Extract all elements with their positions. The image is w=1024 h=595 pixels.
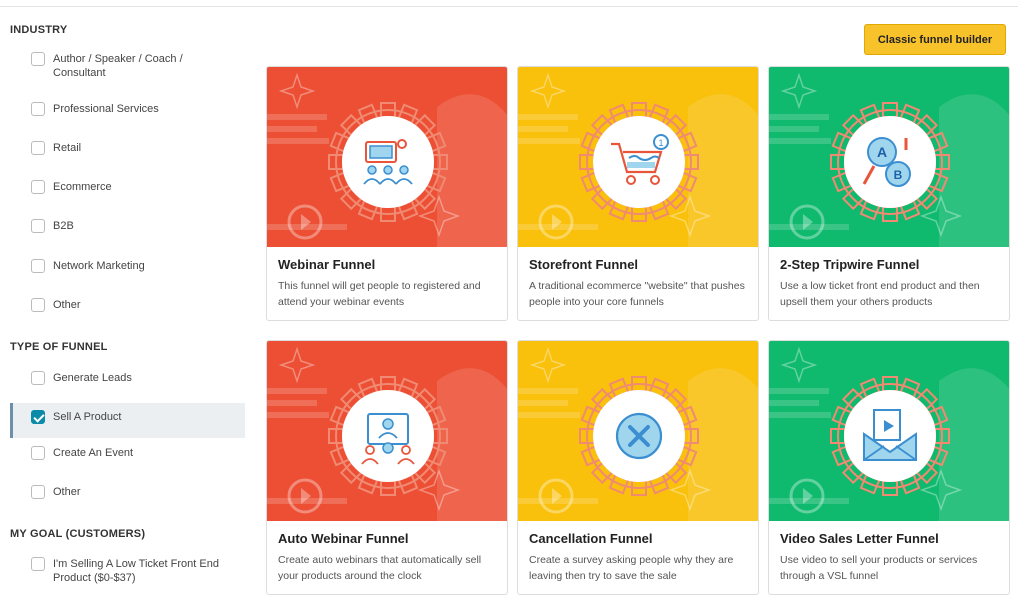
filter-label-b2b[interactable]: B2B xyxy=(53,219,223,233)
card-description: Create a survey asking people why they a… xyxy=(529,554,734,582)
webinar-icon xyxy=(328,102,448,222)
card-title: Video Sales Letter Funnel xyxy=(780,531,939,546)
checkbox-industry-other[interactable] xyxy=(31,298,45,312)
card-title: Storefront Funnel xyxy=(529,257,639,272)
card-hero xyxy=(518,341,758,521)
card-title: Cancellation Funnel xyxy=(529,531,653,546)
filter-label-generate-leads[interactable]: Generate Leads xyxy=(53,371,223,385)
card-title: Webinar Funnel xyxy=(278,257,376,272)
filter-label-author[interactable]: Author / Speaker / Coach / Consultant xyxy=(53,52,223,80)
filter-label-sell-product[interactable]: Sell A Product xyxy=(53,410,223,424)
filter-label-network-marketing[interactable]: Network Marketing xyxy=(53,259,223,273)
card-hero xyxy=(267,341,507,521)
card-hero xyxy=(267,67,507,247)
cart-icon: 1 xyxy=(579,102,699,222)
svg-text:B: B xyxy=(894,168,903,182)
filter-label-low-ticket[interactable]: I'm Selling A Low Ticket Front End Produ… xyxy=(53,557,223,585)
card-description: Use video to sell your products or servi… xyxy=(780,554,978,582)
card-title: Auto Webinar Funnel xyxy=(278,531,409,546)
checkbox-ecommerce[interactable] xyxy=(31,180,45,194)
funnel-type-heading: TYPE OF FUNNEL xyxy=(10,341,108,353)
filter-label-funnel-other[interactable]: Other xyxy=(53,485,223,499)
checkbox-network-marketing[interactable] xyxy=(31,259,45,273)
svg-text:A: A xyxy=(877,144,887,160)
funnel-card[interactable]: A B 2-Step Tripwire Funnel Use a low tic… xyxy=(768,66,1010,321)
filter-label-create-event[interactable]: Create An Event xyxy=(53,446,223,460)
filter-sidebar: INDUSTRY Author / Speaker / Coach / Cons… xyxy=(0,0,250,584)
checkbox-generate-leads[interactable] xyxy=(31,371,45,385)
card-description: A traditional ecommerce "website" that p… xyxy=(529,280,745,308)
filter-label-ecommerce[interactable]: Ecommerce xyxy=(53,180,223,194)
card-description: Use a low ticket front end product and t… xyxy=(780,280,980,308)
checkbox-create-event[interactable] xyxy=(31,446,45,460)
svg-text:1: 1 xyxy=(658,138,663,148)
industry-heading: INDUSTRY xyxy=(10,24,68,36)
funnel-card[interactable]: Auto Webinar Funnel Create auto webinars… xyxy=(266,340,508,595)
card-title: 2-Step Tripwire Funnel xyxy=(780,257,920,272)
card-description: Create auto webinars that automatically … xyxy=(278,554,482,582)
checkbox-low-ticket[interactable] xyxy=(31,557,45,571)
checkbox-funnel-other[interactable] xyxy=(31,485,45,499)
card-description: This funnel will get people to registere… xyxy=(278,280,481,308)
cancel-icon xyxy=(579,376,699,496)
checkbox-sell-product[interactable] xyxy=(31,410,45,424)
goal-heading: MY GOAL (CUSTOMERS) xyxy=(10,528,146,540)
card-hero: A B xyxy=(769,67,1009,247)
filter-label-retail[interactable]: Retail xyxy=(53,141,223,155)
filter-label-professional-services[interactable]: Professional Services xyxy=(53,102,223,116)
funnel-card[interactable]: 1 Storefront Funnel A traditional ecomme… xyxy=(517,66,759,321)
funnel-card[interactable]: Cancellation Funnel Create a survey aski… xyxy=(517,340,759,595)
card-hero xyxy=(769,341,1009,521)
checkbox-retail[interactable] xyxy=(31,141,45,155)
classic-funnel-builder-button[interactable]: Classic funnel builder xyxy=(864,24,1006,55)
auto-webinar-icon xyxy=(328,376,448,496)
checkbox-professional-services[interactable] xyxy=(31,102,45,116)
ab-test-icon: A B xyxy=(830,102,950,222)
filter-label-industry-other[interactable]: Other xyxy=(53,298,223,312)
checkbox-b2b[interactable] xyxy=(31,219,45,233)
card-hero: 1 xyxy=(518,67,758,247)
video-mail-icon xyxy=(830,376,950,496)
funnel-card[interactable]: Video Sales Letter Funnel Use video to s… xyxy=(768,340,1010,595)
checkbox-author[interactable] xyxy=(31,52,45,66)
funnel-card[interactable]: Webinar Funnel This funnel will get peop… xyxy=(266,66,508,321)
